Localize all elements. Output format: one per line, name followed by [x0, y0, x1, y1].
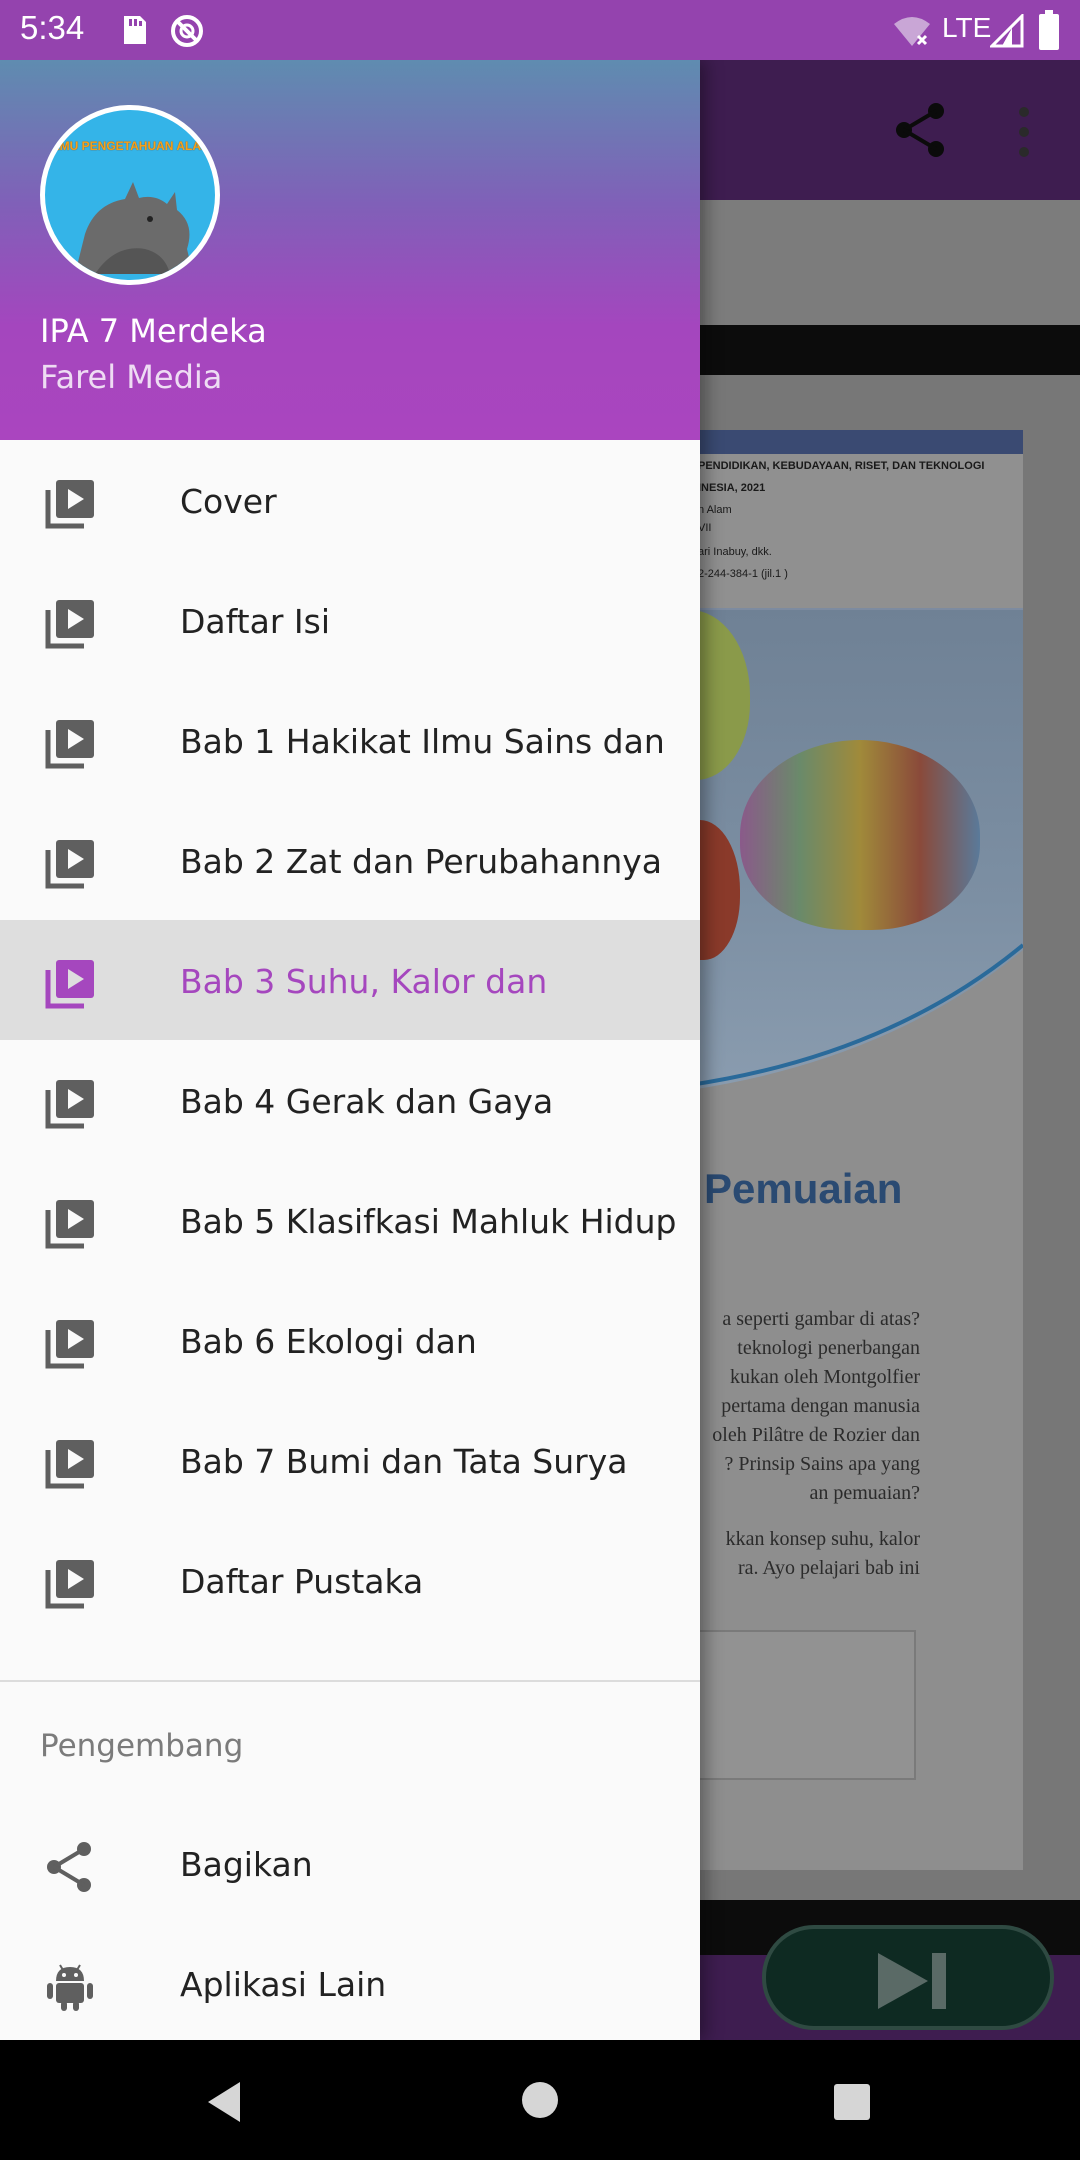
menu-label: Bab 1 Hakikat Ilmu Sains dan	[180, 722, 665, 761]
paragraph-line: oleh Pilâtre de Rozier dan	[712, 1424, 920, 1446]
info-line: 2-244-384-1 (jil.1 )	[698, 568, 788, 580]
paragraph-line: an pemuaian?	[809, 1482, 921, 1504]
app-avatar: ILMU PENGETAHUAN ALAM	[40, 105, 220, 285]
menu-label: Daftar Pustaka	[180, 1562, 424, 1601]
paragraph-line: a seperti gambar di atas?	[722, 1308, 920, 1330]
page-info-box: PENDIDIKAN, KEBUDAYAAN, RISET, DAN TEKNO…	[690, 430, 1023, 610]
info-line: INESIA, 2021	[698, 482, 766, 494]
page-wave	[690, 943, 1023, 1090]
page-heading: Pemuaian	[704, 1165, 903, 1212]
book-page: PENDIDIKAN, KEBUDAYAAN, RISET, DAN TEKNO…	[690, 430, 1023, 1870]
balloon-image	[740, 740, 980, 930]
paragraph-line: teknologi penerbangan	[737, 1337, 920, 1359]
menu-item-bab-5[interactable]: Bab 5 Klasifkasi Mahluk Hidup	[0, 1160, 700, 1280]
video-library-icon	[45, 720, 94, 769]
video-library-icon	[45, 1080, 94, 1129]
system-nav-bar	[0, 2040, 1080, 2160]
page-info-bar	[690, 430, 1023, 454]
menu-item-bab-7[interactable]: Bab 7 Bumi dan Tata Surya	[0, 1400, 700, 1520]
menu-item-bab-2[interactable]: Bab 2 Zat dan Perubahannya	[0, 800, 700, 920]
menu-label: Bab 6 Ekologi dan	[180, 1322, 477, 1361]
sync-disabled-icon	[171, 15, 203, 47]
navigation-drawer: ILMU PENGETAHUAN ALAM IPA 7 Merdeka Fare…	[0, 60, 700, 2040]
section-title: Pengembang	[40, 1728, 244, 1764]
info-line: PENDIDIKAN, KEBUDAYAAN, RISET, DAN TEKNO…	[698, 460, 985, 472]
menu-label: Bab 7 Bumi dan Tata Surya	[180, 1442, 628, 1481]
app-name: IPA 7 Merdeka	[40, 312, 267, 350]
home-icon[interactable]	[522, 2082, 558, 2118]
menu-label: Bab 2 Zat dan Perubahannya	[180, 842, 663, 881]
sd-card-icon	[124, 16, 146, 44]
menu-label: Aplikasi Lain	[180, 1965, 387, 2004]
wifi-off-icon	[894, 17, 930, 46]
video-library-icon	[45, 1320, 94, 1369]
menu-item-bab-1[interactable]: Bab 1 Hakikat Ilmu Sains dan	[0, 680, 700, 800]
video-library-icon	[45, 960, 94, 1009]
share-icon[interactable]	[894, 102, 946, 158]
recents-icon[interactable]	[834, 2084, 870, 2120]
info-line: ari Inabuy, dkk.	[698, 546, 772, 558]
page-paragraph: kkan konsep suhu, kalor ra. Ayo pelajari…	[690, 1525, 920, 1583]
menu-item-bab-4[interactable]: Bab 4 Gerak dan Gaya	[0, 1040, 700, 1160]
paragraph-line: ? Prinsip Sains apa yang	[724, 1453, 920, 1475]
avatar-title: ILMU PENGETAHUAN ALAM	[49, 139, 211, 153]
menu-label: Cover	[180, 482, 277, 521]
menu-label: Bab 3 Suhu, Kalor dan	[180, 962, 548, 1001]
video-library-icon	[45, 1200, 94, 1249]
page-box	[690, 1630, 916, 1780]
next-page-button[interactable]	[762, 1925, 1054, 2030]
video-library-icon	[45, 840, 94, 889]
video-library-icon	[45, 600, 94, 649]
share-icon	[47, 1842, 91, 1892]
paragraph-line: kkan konsep suhu, kalor	[725, 1528, 920, 1550]
signal-icon	[990, 14, 1024, 48]
menu-item-aplikasi-lain[interactable]: Aplikasi Lain	[0, 1923, 700, 2043]
drawer-divider	[0, 1680, 700, 1682]
drawer-header: ILMU PENGETAHUAN ALAM IPA 7 Merdeka Fare…	[0, 60, 700, 440]
menu-item-daftar-pustaka[interactable]: Daftar Pustaka	[0, 1520, 700, 1640]
android-icon	[47, 1964, 93, 2011]
menu-item-cover[interactable]: Cover	[0, 440, 700, 560]
info-line: VII	[698, 522, 712, 534]
menu-label: Bab 5 Klasifkasi Mahluk Hidup	[180, 1202, 677, 1241]
menu-label: Bab 4 Gerak dan Gaya	[180, 1082, 554, 1121]
menu-item-daftar-isi[interactable]: Daftar Isi	[0, 560, 700, 680]
rhino-image	[75, 182, 193, 274]
paragraph-line: kukan oleh Montgolfier	[730, 1366, 920, 1388]
balloon-photo	[690, 610, 1023, 1090]
menu-label: Daftar Isi	[180, 602, 330, 641]
menu-item-bab-3[interactable]: Bab 3 Suhu, Kalor dan	[0, 920, 700, 1040]
back-icon[interactable]	[204, 2080, 244, 2124]
menu-item-bab-6[interactable]: Bab 6 Ekologi dan	[0, 1280, 700, 1400]
info-line: n Alam	[698, 504, 732, 516]
video-library-icon	[45, 480, 94, 529]
video-library-icon	[45, 1560, 94, 1609]
more-options-icon[interactable]	[1012, 106, 1036, 158]
paragraph-line: ra. Ayo pelajari bab ini	[738, 1557, 920, 1579]
menu-label: Bagikan	[180, 1845, 313, 1884]
developer-name: Farel Media	[40, 358, 223, 396]
paragraph-line: pertama dengan manusia	[721, 1395, 920, 1417]
skip-next-icon	[878, 1953, 946, 2009]
status-bar: 5:34 LTE	[0, 0, 1080, 60]
battery-icon	[1039, 10, 1059, 50]
page-paragraph: a seperti gambar di atas? teknologi pene…	[690, 1305, 920, 1508]
network-type: LTE	[942, 12, 992, 43]
status-time: 5:34	[20, 9, 85, 46]
menu-item-bagikan[interactable]: Bagikan	[0, 1803, 700, 1923]
video-library-icon	[45, 1440, 94, 1489]
